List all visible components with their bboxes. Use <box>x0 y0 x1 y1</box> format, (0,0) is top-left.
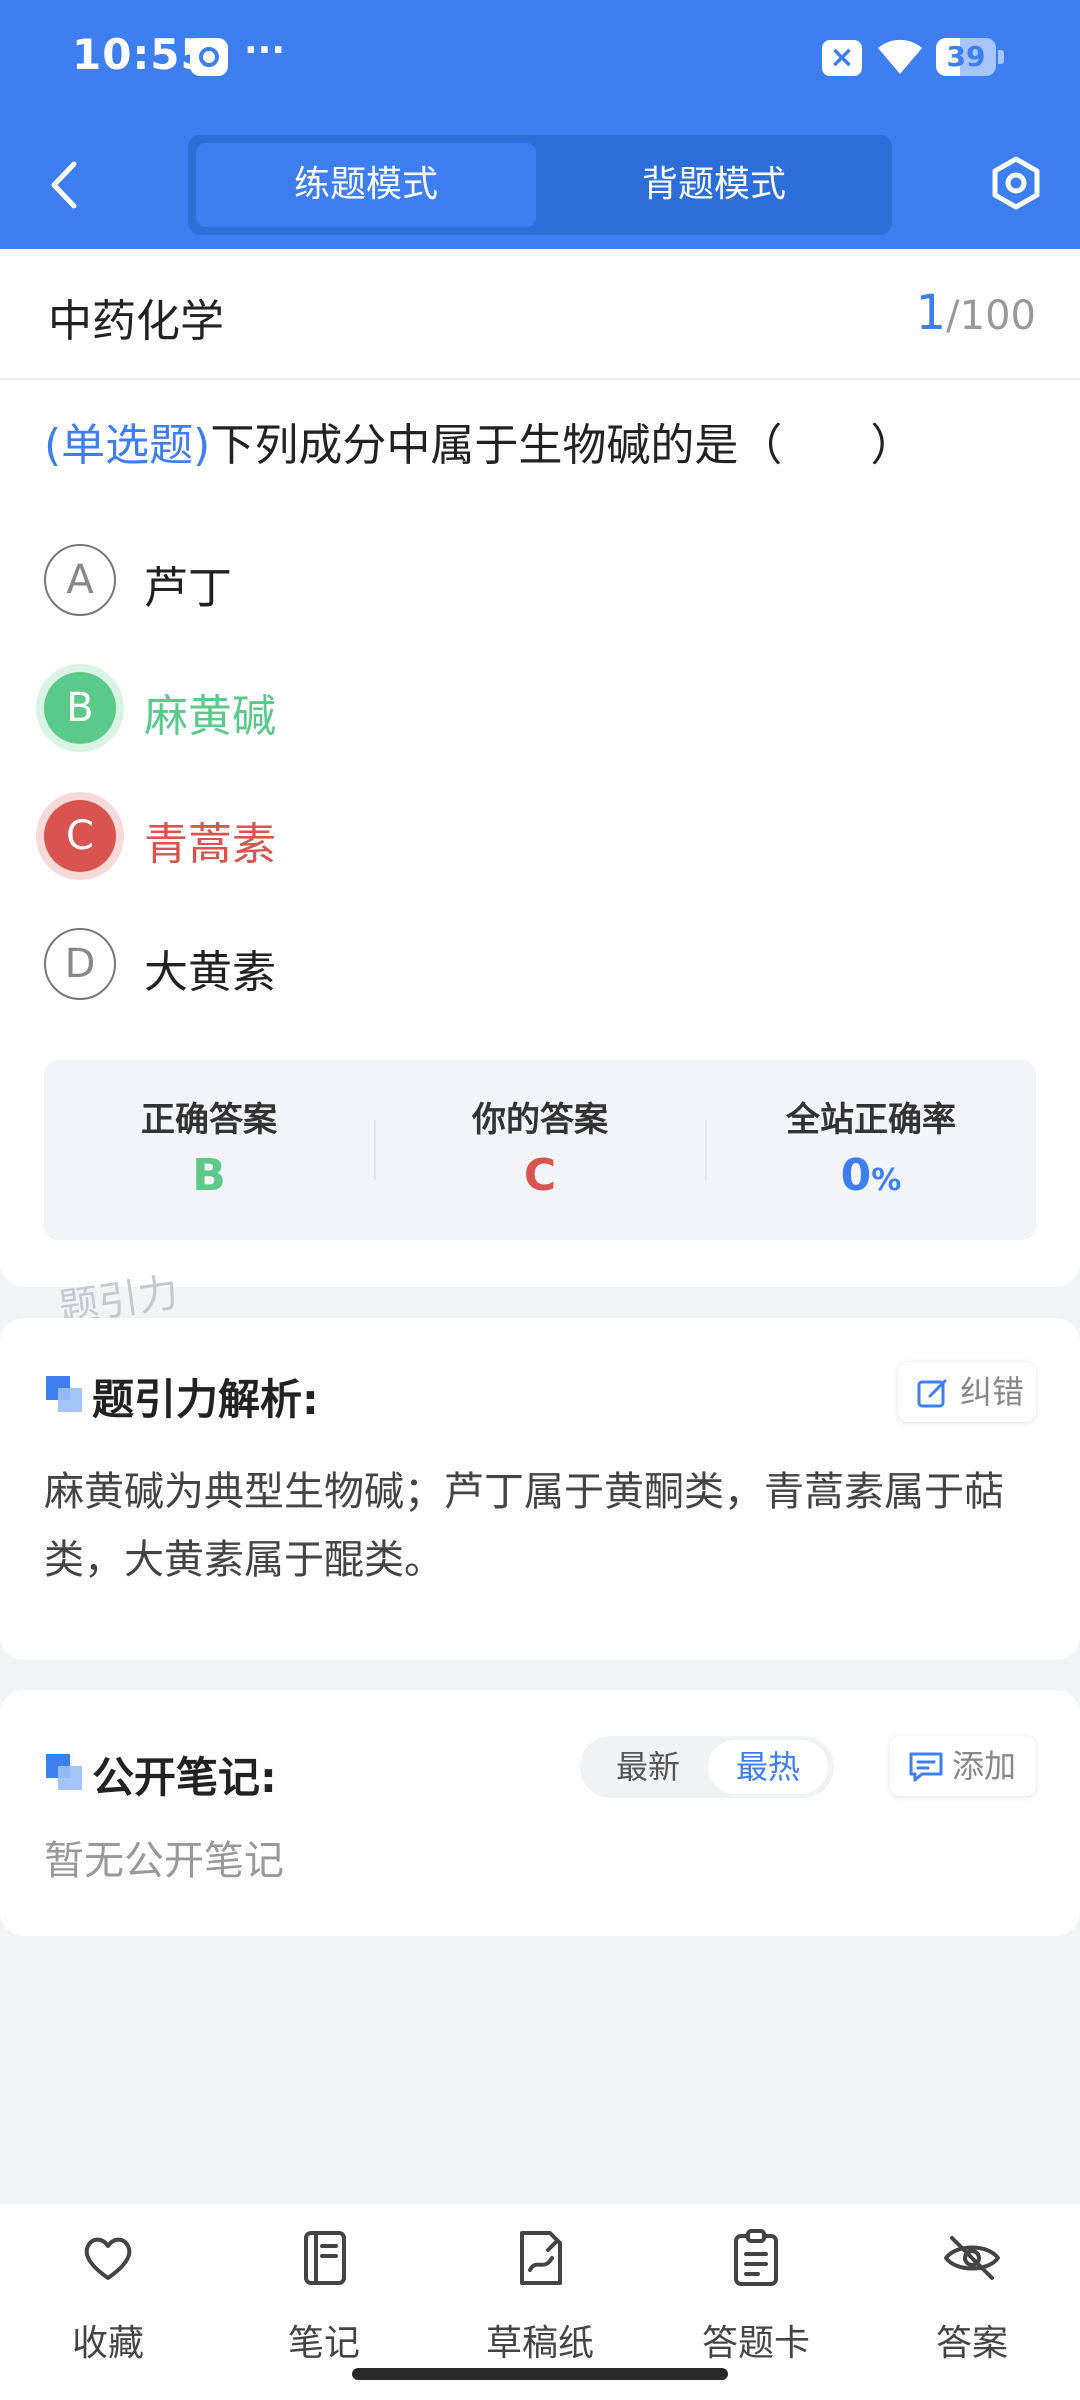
app-notification-icon <box>190 38 228 76</box>
answer-sheet-label: 答题卡 <box>701 2323 810 2364</box>
analysis-text: 麻黄碱为典型生物碱；芦丁属于黄酮类，青蒿素属于萜类，大黄素属于醌类。 <box>44 1469 1004 1583</box>
option-d[interactable]: D 大黄素 <box>44 924 944 1004</box>
question-stem: (单选题)下列成分中属于生物碱的是（ ） <box>44 409 1044 473</box>
chevron-left-icon[interactable] <box>40 150 90 220</box>
rate-number: 0 <box>840 1150 872 1201</box>
answer-summary: 正确答案 B 你的答案 C 全站正确率 0% <box>44 1060 1036 1240</box>
correct-answer-label: 正确答案 <box>141 1100 277 1140</box>
answer-sheet-button[interactable]: 答题卡 <box>681 2228 831 2368</box>
wifi-icon <box>878 39 922 74</box>
rate-unit: % <box>871 1163 902 1198</box>
accuracy-rate-value: 0% <box>706 1150 1036 1201</box>
top-bar: 10:55 ··· × 39 练题模式 背题模式 <box>0 0 1080 249</box>
report-error-label: 纠错 <box>960 1373 1025 1411</box>
sort-latest[interactable]: 最新 <box>588 1740 708 1794</box>
progress-total: /100 <box>946 293 1036 339</box>
subject-row: 中药化学 1/100 <box>0 249 1080 380</box>
draft-paper-icon <box>520 2231 562 2285</box>
tab-practice-mode[interactable]: 练题模式 <box>196 143 536 227</box>
option-key: A <box>44 544 116 616</box>
analysis-card: 题引力解析: 纠错 麻黄碱为典型生物碱；芦丁属于黄酮类，青蒿素属于萜类，大黄素属… <box>0 1318 1080 1660</box>
show-answer-label: 答案 <box>935 2323 1008 2364</box>
notes-label: 笔记 <box>287 2323 360 2364</box>
option-text: 大黄素 <box>144 947 276 998</box>
notebook-icon <box>304 2231 346 2285</box>
correct-answer-value: B <box>192 1150 226 1201</box>
answer-sheet-icon <box>734 2229 778 2286</box>
favorite-button[interactable]: 收藏 <box>33 2228 183 2368</box>
favorite-label: 收藏 <box>71 2323 144 2364</box>
option-text: 麻黄碱 <box>144 691 276 742</box>
question-progress: 1/100 <box>916 285 1036 341</box>
settings-icon[interactable] <box>988 155 1044 211</box>
option-text: 青蒿素 <box>144 819 276 870</box>
draft-paper-label: 草稿纸 <box>485 2323 594 2364</box>
option-key: C <box>44 800 116 872</box>
section-icon <box>46 1754 82 1790</box>
sort-hottest[interactable]: 最热 <box>708 1740 828 1794</box>
analysis-title: 题引力解析: <box>92 1375 319 1424</box>
public-notes-card: 公开笔记: 最新 最热 添加 暂无公开笔记 <box>0 1690 1080 1936</box>
report-error-button[interactable]: 纠错 <box>898 1362 1036 1422</box>
notes-title: 公开笔记: <box>92 1753 277 1802</box>
your-answer-label: 你的答案 <box>472 1100 608 1140</box>
option-b[interactable]: B 麻黄碱 <box>44 668 944 748</box>
tab-memorize-mode[interactable]: 背题模式 <box>544 143 884 227</box>
battery-icon: 39 <box>936 38 996 76</box>
your-answer-value: C <box>523 1150 557 1201</box>
eye-off-icon <box>944 2236 1000 2280</box>
signal-off-icon: × <box>822 40 862 76</box>
notes-button[interactable]: 笔记 <box>249 2228 399 2368</box>
heart-icon <box>84 2237 132 2280</box>
edit-icon <box>917 1379 947 1408</box>
option-c[interactable]: C 青蒿素 <box>44 796 944 876</box>
subject-title: 中药化学 <box>48 296 224 347</box>
accuracy-rate-col: 全站正确率 0% <box>706 1060 1036 1240</box>
option-a[interactable]: A 芦丁 <box>44 540 944 620</box>
your-answer-col: 你的答案 C <box>375 1060 705 1240</box>
draft-paper-button[interactable]: 草稿纸 <box>465 2228 615 2368</box>
show-answer-button[interactable]: 答案 <box>897 2228 1047 2368</box>
notes-sort-toggle: 最新 最热 <box>580 1736 834 1798</box>
question-text: 下列成分中属于生物碱的是（ ） <box>210 420 915 471</box>
mode-switch: 练题模式 背题模式 <box>188 135 892 235</box>
comment-icon <box>909 1752 943 1782</box>
notes-empty-text: 暂无公开笔记 <box>44 1838 284 1884</box>
option-key: D <box>44 928 116 1000</box>
status-bar: 10:55 ··· × 39 <box>0 0 1080 120</box>
option-text: 芦丁 <box>144 563 232 614</box>
battery-level: 39 <box>946 40 986 73</box>
progress-current: 1 <box>915 285 947 341</box>
add-note-label: 添加 <box>952 1747 1017 1785</box>
correct-answer-col: 正确答案 B <box>44 1060 374 1240</box>
section-icon <box>46 1376 82 1412</box>
question-card: 中药化学 1/100 (单选题)下列成分中属于生物碱的是（ ） A 芦丁 B 麻… <box>0 249 1080 1287</box>
home-indicator[interactable] <box>352 2368 728 2380</box>
battery-tip <box>998 50 1004 64</box>
question-type: (单选题) <box>44 420 211 471</box>
more-notifications-icon: ··· <box>244 30 286 71</box>
accuracy-rate-label: 全站正确率 <box>786 1100 956 1140</box>
option-key: B <box>44 672 116 744</box>
add-note-button[interactable]: 添加 <box>890 1736 1036 1796</box>
